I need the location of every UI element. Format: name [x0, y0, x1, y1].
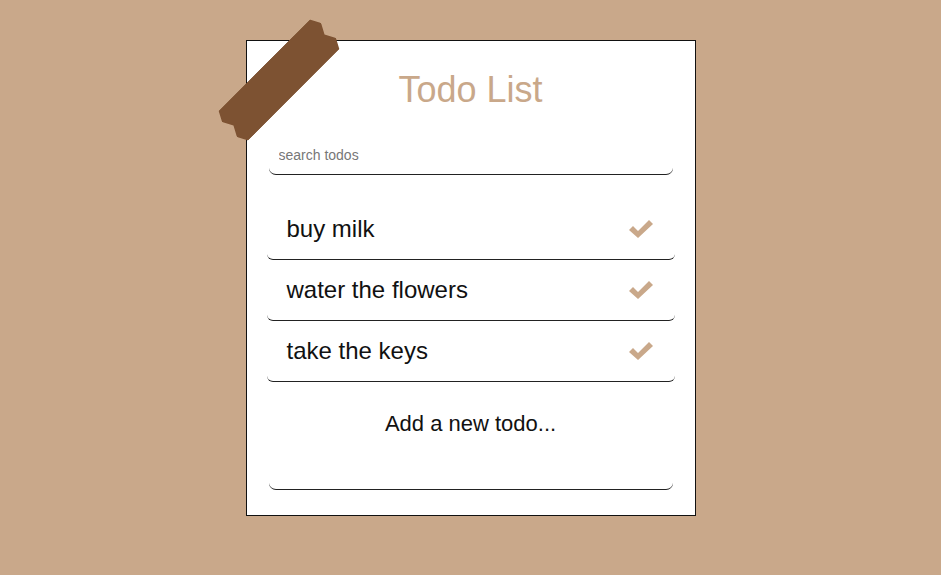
todo-text: buy milk [287, 211, 375, 247]
check-icon[interactable] [627, 340, 655, 362]
check-icon[interactable] [627, 218, 655, 240]
tape-decoration [214, 16, 343, 145]
todo-item: buy milk [267, 199, 675, 260]
todo-item: water the flowers [267, 260, 675, 321]
todo-title: Todo List [269, 67, 673, 113]
todo-item: take the keys [267, 321, 675, 382]
add-todo-input[interactable] [269, 450, 673, 490]
add-todo-label: Add a new todo... [269, 408, 673, 440]
search-input[interactable] [269, 135, 673, 175]
todo-text: water the flowers [287, 272, 468, 308]
todo-card: Todo List buy milk water the flowers take … [246, 40, 696, 516]
check-icon[interactable] [627, 279, 655, 301]
todo-list: buy milk water the flowers take the keys [267, 199, 675, 382]
todo-text: take the keys [287, 333, 428, 369]
